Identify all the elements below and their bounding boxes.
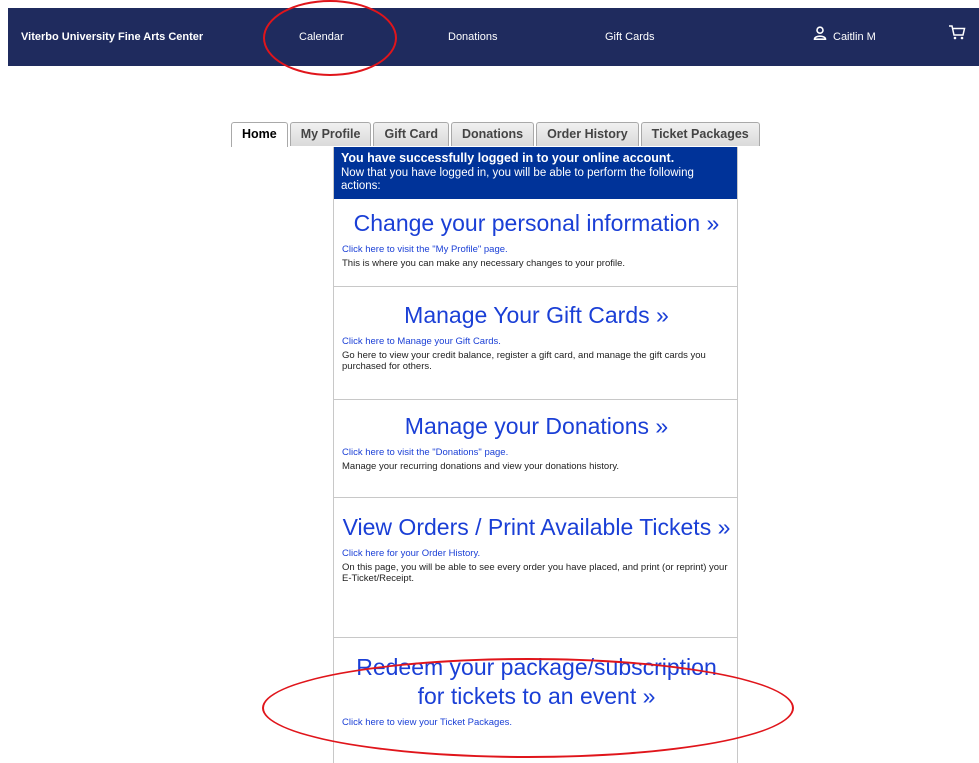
donations-description: Manage your recurring donations and view… xyxy=(342,461,620,472)
tab-order-history[interactable]: Order History xyxy=(536,122,639,146)
tab-gift-card[interactable]: Gift Card xyxy=(373,122,449,146)
manage-donations-link[interactable]: Manage your Donations » xyxy=(342,412,731,441)
section-gift-cards: Manage Your Gift Cards » Click here to M… xyxy=(334,287,737,400)
section-donations: Manage your Donations » Click here to vi… xyxy=(334,400,737,498)
nav-donations-link[interactable]: Donations xyxy=(448,8,498,66)
manage-gift-cards-link[interactable]: Manage Your Gift Cards » xyxy=(342,301,731,330)
section-ticket-packages: Redeem your package/subscription for tic… xyxy=(334,638,737,728)
user-name: Caitlin M xyxy=(833,31,876,43)
banner-heading: You have successfully logged in to your … xyxy=(341,151,675,165)
nav-calendar-link[interactable]: Calendar xyxy=(299,8,344,66)
nav-gift-cards-link[interactable]: Gift Cards xyxy=(605,8,655,66)
login-success-banner: You have successfully logged in to your … xyxy=(334,147,737,199)
change-personal-info-link[interactable]: Change your personal information » xyxy=(342,209,731,238)
tab-my-profile[interactable]: My Profile xyxy=(289,122,372,146)
account-tabs: Home My Profile Gift Card Donations Orde… xyxy=(231,122,762,147)
my-profile-page-link[interactable]: Click here to visit the "My Profile" pag… xyxy=(342,244,731,255)
orders-description: On this page, you will be able to see ev… xyxy=(342,562,728,584)
view-orders-link[interactable]: View Orders / Print Available Tickets » xyxy=(342,513,731,542)
user-icon xyxy=(813,8,827,66)
user-account-menu[interactable]: Caitlin M xyxy=(813,8,876,66)
tab-donations[interactable]: Donations xyxy=(450,122,535,146)
top-navigation-bar: Viterbo University Fine Arts Center Cale… xyxy=(8,8,979,66)
ticket-packages-page-link[interactable]: Click here to view your Ticket Packages. xyxy=(342,717,731,728)
banner-text: Now that you have logged in, you will be… xyxy=(341,167,694,192)
section-personal-info: Change your personal information » Click… xyxy=(334,199,737,287)
site-brand-link[interactable]: Viterbo University Fine Arts Center xyxy=(21,8,203,66)
cart-icon xyxy=(948,8,966,66)
cart-button[interactable] xyxy=(948,8,966,66)
donations-page-link[interactable]: Click here to visit the "Donations" page… xyxy=(342,447,731,458)
gift-cards-description: Go here to view your credit balance, reg… xyxy=(342,350,706,372)
order-history-page-link[interactable]: Click here for your Order History. xyxy=(342,548,731,559)
account-home-panel: You have successfully logged in to your … xyxy=(333,147,738,763)
tab-home[interactable]: Home xyxy=(231,122,288,147)
redeem-package-link[interactable]: Redeem your package/subscription for tic… xyxy=(342,653,731,711)
section-orders: View Orders / Print Available Tickets » … xyxy=(334,498,737,638)
gift-cards-page-link[interactable]: Click here to Manage your Gift Cards. xyxy=(342,336,731,347)
tab-ticket-packages[interactable]: Ticket Packages xyxy=(640,122,760,146)
personal-info-description: This is where you can make any necessary… xyxy=(342,258,626,269)
